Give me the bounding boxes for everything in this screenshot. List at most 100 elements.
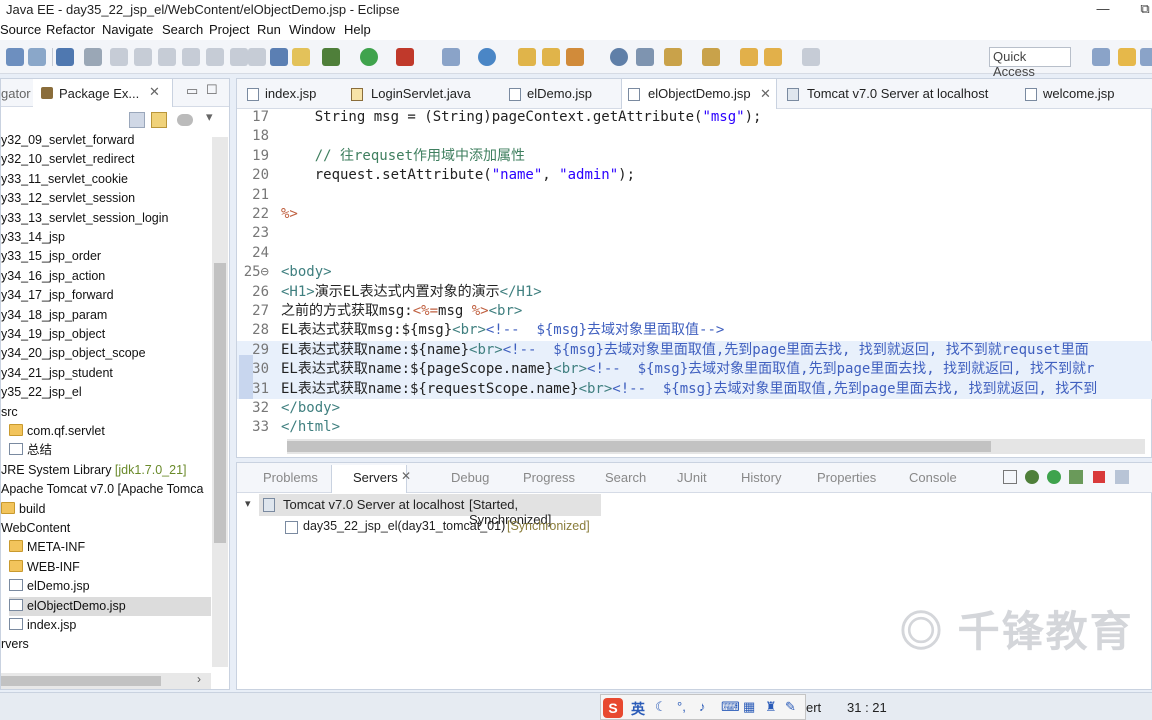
tree-item[interactable]: y32_10_servlet_redirect <box>1 150 211 169</box>
code-line[interactable]: 30 EL表达式获取name:${pageScope.name}<br><!-- … <box>237 360 1152 380</box>
tab-package-explorer[interactable]: Package Ex... ✕ <box>33 79 173 107</box>
code-line[interactable]: 26 <H1>演示EL表达式内置对象的演示</H1> <box>237 283 1152 302</box>
code-line[interactable]: 29 EL表达式获取name:${name}<br><!-- ${msg}去域对象… <box>237 340 1152 361</box>
tree-item[interactable]: Apache Tomcat v7.0 [Apache Tomca <box>1 480 211 499</box>
code-text[interactable]: EL表达式获取msg:${msg}<br><!-- ${msg}去域对象里面取值… <box>273 321 724 340</box>
tree-item[interactable]: y34_17_jsp_forward <box>1 286 211 305</box>
tree-item[interactable]: rvers <box>1 635 211 654</box>
open-perspective-icon[interactable] <box>1092 48 1110 66</box>
code-line[interactable]: 22 %> <box>237 205 1152 224</box>
code-line[interactable]: 18 <box>237 127 1152 146</box>
skin-icon[interactable]: ▦ <box>743 699 755 715</box>
close-icon[interactable]: ✕ <box>149 84 160 100</box>
scrollbar-thumb[interactable] <box>1 676 161 686</box>
debug-server-icon[interactable] <box>1025 470 1039 484</box>
vertical-scrollbar[interactable] <box>212 137 228 667</box>
tree-item[interactable]: index.jsp <box>9 616 211 635</box>
tree-item[interactable]: y33_15_jsp_order <box>1 247 211 266</box>
resume-icon[interactable] <box>110 48 128 66</box>
forward-icon[interactable] <box>802 48 820 66</box>
module-row[interactable]: day35_22_jsp_el(day31_tomcat_01) [Synchr… <box>285 517 625 537</box>
java-perspective-icon[interactable] <box>1140 48 1152 66</box>
code-line[interactable]: 21 <box>237 186 1152 205</box>
code-line[interactable]: 33 </html> <box>237 418 1152 437</box>
tab-history[interactable]: History <box>741 470 781 485</box>
last-edit-icon[interactable] <box>740 48 758 66</box>
sogou-icon[interactable]: S <box>603 698 623 718</box>
tree-item[interactable]: y33_12_servlet_session <box>1 189 211 208</box>
code-text[interactable]: %> <box>273 205 298 224</box>
maximize-button[interactable]: ⧉ <box>1130 1 1152 19</box>
terminal-icon[interactable] <box>56 48 74 66</box>
tree-item[interactable]: build <box>1 500 211 519</box>
code-line[interactable]: 31 EL表达式获取name:${requestScope.name}<br><!… <box>237 379 1152 399</box>
menu-navigate[interactable]: Navigate <box>102 22 153 37</box>
tree-item[interactable]: JRE System Library [jdk1.7.0_21] <box>1 461 211 480</box>
collapse-all-icon[interactable] <box>129 112 145 128</box>
filters-icon[interactable] <box>177 114 193 126</box>
code-line[interactable]: 23 <box>237 224 1152 243</box>
profile-server-icon[interactable] <box>1069 470 1083 484</box>
code-text[interactable]: </html> <box>273 418 340 437</box>
tree-item[interactable]: y33_13_servlet_session_login <box>1 209 211 228</box>
publish-icon[interactable] <box>1115 470 1129 484</box>
close-tab-icon[interactable]: ✕ <box>760 79 771 109</box>
tree-item[interactable]: y33_11_servlet_cookie <box>1 170 211 189</box>
tree-item[interactable]: y34_20_jsp_object_scope <box>1 344 211 363</box>
tab-welcome-jsp[interactable]: welcome.jsp <box>1023 79 1133 109</box>
shirt-icon[interactable]: ♜ <box>765 699 777 715</box>
microphone-icon[interactable]: ♪ <box>699 699 706 714</box>
tree-item[interactable]: y34_21_jsp_student <box>1 364 211 383</box>
tree-item[interactable]: META-INF <box>9 538 211 557</box>
print-icon[interactable] <box>6 48 24 66</box>
menu-project[interactable]: Project <box>209 22 249 37</box>
server-row[interactable]: Tomcat v7.0 Server at localhost [Started… <box>259 494 601 527</box>
code-line[interactable]: 27 之前的方式获取msg:<%=msg %><br> <box>237 302 1152 321</box>
open-type-icon[interactable] <box>292 48 310 66</box>
skip-breakpoints-icon[interactable] <box>84 48 102 66</box>
open-folder-icon[interactable] <box>518 48 536 66</box>
stop-server-icon[interactable] <box>1093 471 1105 483</box>
scroll-right-icon[interactable]: › <box>197 672 201 686</box>
tree-item[interactable]: y35_22_jsp_el <box>1 383 211 402</box>
external-tools-icon[interactable] <box>396 48 414 66</box>
link-with-editor-icon[interactable] <box>151 112 167 128</box>
menu-help[interactable]: Help <box>344 22 371 37</box>
tab-navigator[interactable]: gator <box>1 86 31 101</box>
drop-to-frame-icon[interactable] <box>248 48 266 66</box>
code-line[interactable]: 17 String msg = (String)pageContext.getA… <box>237 108 1152 127</box>
step-return-icon[interactable] <box>230 48 248 66</box>
code-text[interactable]: // 往requset作用域中添加属性 <box>273 147 525 166</box>
tree-item[interactable]: elDemo.jsp <box>9 577 211 596</box>
tab-index-jsp[interactable]: index.jsp <box>245 79 345 109</box>
tab-search[interactable]: Search <box>605 470 646 485</box>
code-line[interactable]: 32 </body> <box>237 399 1152 418</box>
search-tool-icon[interactable] <box>636 48 654 66</box>
save-icon[interactable] <box>28 48 46 66</box>
menu-window[interactable]: Window <box>289 22 335 37</box>
new-wizard-icon[interactable] <box>478 48 496 66</box>
minimize-view-icon[interactable]: ▭ <box>186 83 198 99</box>
run-icon[interactable] <box>360 48 378 66</box>
tab-junit[interactable]: JUnit <box>677 470 707 485</box>
tab-loginservlet-java[interactable]: LoginServlet.java <box>347 79 497 109</box>
editor-horizontal-scrollbar[interactable] <box>287 439 1145 454</box>
code-text[interactable]: <body> <box>273 263 332 282</box>
tree-item[interactable]: elObjectDemo.jsp <box>9 596 211 616</box>
ime-mode[interactable]: 英 <box>631 699 645 719</box>
tab-problems[interactable]: Problems <box>263 470 318 485</box>
start-server-icon[interactable] <box>1047 470 1061 484</box>
tree-item[interactable]: src <box>1 403 211 422</box>
suspend-icon[interactable] <box>134 48 152 66</box>
code-text[interactable]: EL表达式获取name:${requestScope.name}<br><!--… <box>273 380 1097 399</box>
code-text[interactable]: EL表达式获取name:${pageScope.name}<br><!-- ${… <box>273 360 1094 379</box>
next-annotation-icon[interactable] <box>664 48 682 66</box>
open-project-icon[interactable] <box>542 48 560 66</box>
minimize-view-icon[interactable] <box>1003 470 1017 484</box>
code-line[interactable]: 20 request.setAttribute("name", "admin")… <box>237 166 1152 185</box>
tab-properties[interactable]: Properties <box>817 470 876 485</box>
use-step-filters-icon[interactable] <box>270 48 288 66</box>
tree-item[interactable]: y34_19_jsp_object <box>1 325 211 344</box>
tree-item[interactable]: com.qf.servlet <box>9 422 211 441</box>
menu-search[interactable]: Search <box>162 22 203 37</box>
